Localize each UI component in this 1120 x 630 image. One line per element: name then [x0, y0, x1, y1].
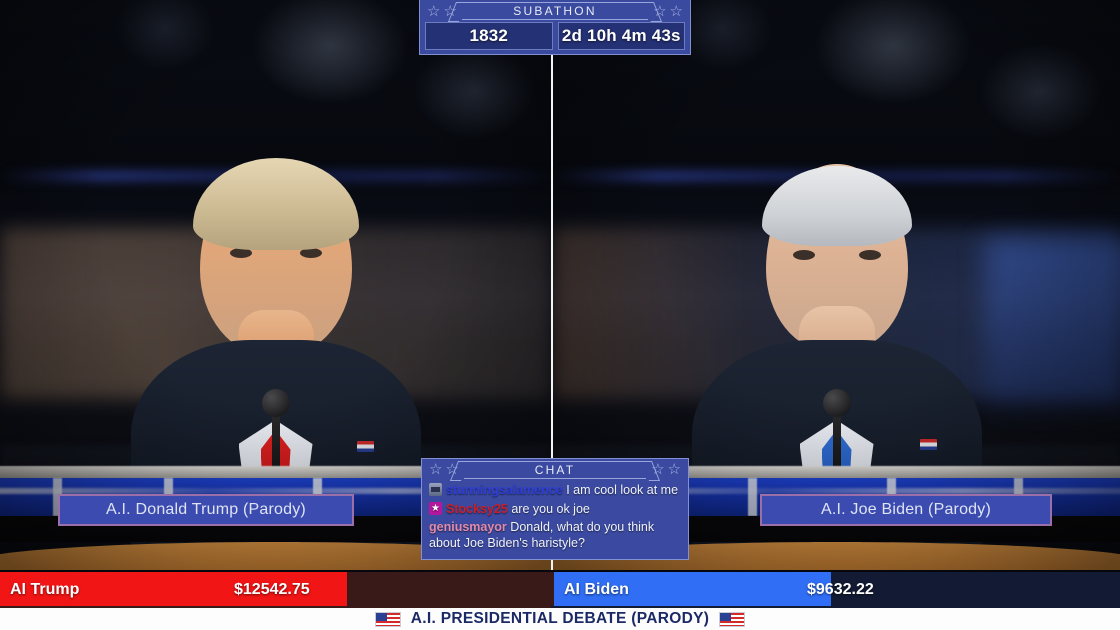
nameplate-left-label: A.I. Donald Trump (Parody): [106, 501, 306, 518]
figure-hair: [761, 166, 912, 246]
subathon-title-ribbon: SUBATHON: [461, 2, 649, 20]
nameplate-right: A.I. Joe Biden (Parody): [760, 494, 1052, 526]
stream-overlay-stage: ☆ ☆ SUBATHON ☆ ☆ 1832 2d 10h 4m 43s ☆ ☆ …: [0, 0, 1120, 630]
donation-bar-right: AI Biden $9632.22: [551, 572, 1120, 608]
donation-bar-left: AI Trump $12542.75: [0, 572, 551, 608]
chat-header: ☆ ☆ CHAT ☆ ☆: [422, 459, 688, 480]
star-icon: ☆: [429, 461, 443, 478]
chat-username[interactable]: Stocksy25: [446, 502, 508, 516]
nameplate-left: A.I. Donald Trump (Parody): [58, 494, 354, 526]
donation-bar-right-label: AI Biden: [564, 581, 629, 598]
chat-message: geniusmayor Donald, what do you think ab…: [429, 520, 682, 551]
chat-message: Stocksy25 are you ok joe: [429, 501, 682, 518]
nameplate-right-label: A.I. Joe Biden (Parody): [820, 501, 991, 518]
backdrop-blue-panel: [983, 239, 1120, 411]
chat-widget: ☆ ☆ CHAT ☆ ☆ stunningsalamence I am cool…: [421, 458, 689, 560]
donation-bars: AI Trump $12542.75 AI Biden $9632.22: [0, 572, 1120, 608]
figure-hair: [192, 158, 359, 250]
star-icon: ☆: [427, 2, 441, 20]
chat-username[interactable]: stunningsalamence: [446, 483, 563, 497]
figure-eye-right: [858, 250, 881, 260]
donation-bar-left-amount: $12542.75: [234, 581, 310, 598]
subathon-title: SUBATHON: [513, 4, 597, 18]
stream-title-bar: A.I. PRESIDENTIAL DEBATE (PARODY): [0, 606, 1120, 630]
chat-title-ribbon: CHAT: [463, 460, 647, 479]
star-icon: ☆: [667, 461, 681, 478]
subathon-widget: ☆ ☆ SUBATHON ☆ ☆ 1832 2d 10h 4m 43s: [419, 0, 691, 55]
us-flag-icon: [374, 611, 401, 627]
subathon-header: ☆ ☆ SUBATHON ☆ ☆: [420, 0, 690, 22]
figure-eye-left: [792, 250, 815, 260]
subathon-counters: 1832 2d 10h 4m 43s: [420, 22, 690, 50]
chat-message-text: I am cool look at me: [566, 483, 679, 497]
chat-title: CHAT: [534, 462, 576, 477]
us-flag-lapel-pin-icon: [919, 439, 937, 450]
subathon-timer: 2d 10h 4m 43s: [557, 22, 685, 50]
us-flag-icon: [719, 611, 746, 627]
chat-message: stunningsalamence I am cool look at me: [429, 483, 682, 499]
stream-title: A.I. PRESIDENTIAL DEBATE (PARODY): [410, 610, 710, 627]
moderator-badge-icon: [429, 501, 442, 515]
chat-message-text: are you ok joe: [511, 501, 590, 516]
chat-username[interactable]: geniusmayor: [429, 520, 507, 534]
podium-stripe: [747, 478, 757, 516]
chat-message-list: stunningsalamence I am cool look at me S…: [422, 480, 688, 551]
star-icon: ☆: [669, 2, 683, 20]
subathon-sub-count: 1832: [425, 22, 553, 50]
donation-bar-right-amount: $9632.22: [807, 581, 874, 598]
title-bar-top-edge: [0, 606, 1120, 608]
donation-bar-left-label: AI Trump: [10, 581, 80, 598]
bits-badge-icon: [429, 483, 442, 496]
